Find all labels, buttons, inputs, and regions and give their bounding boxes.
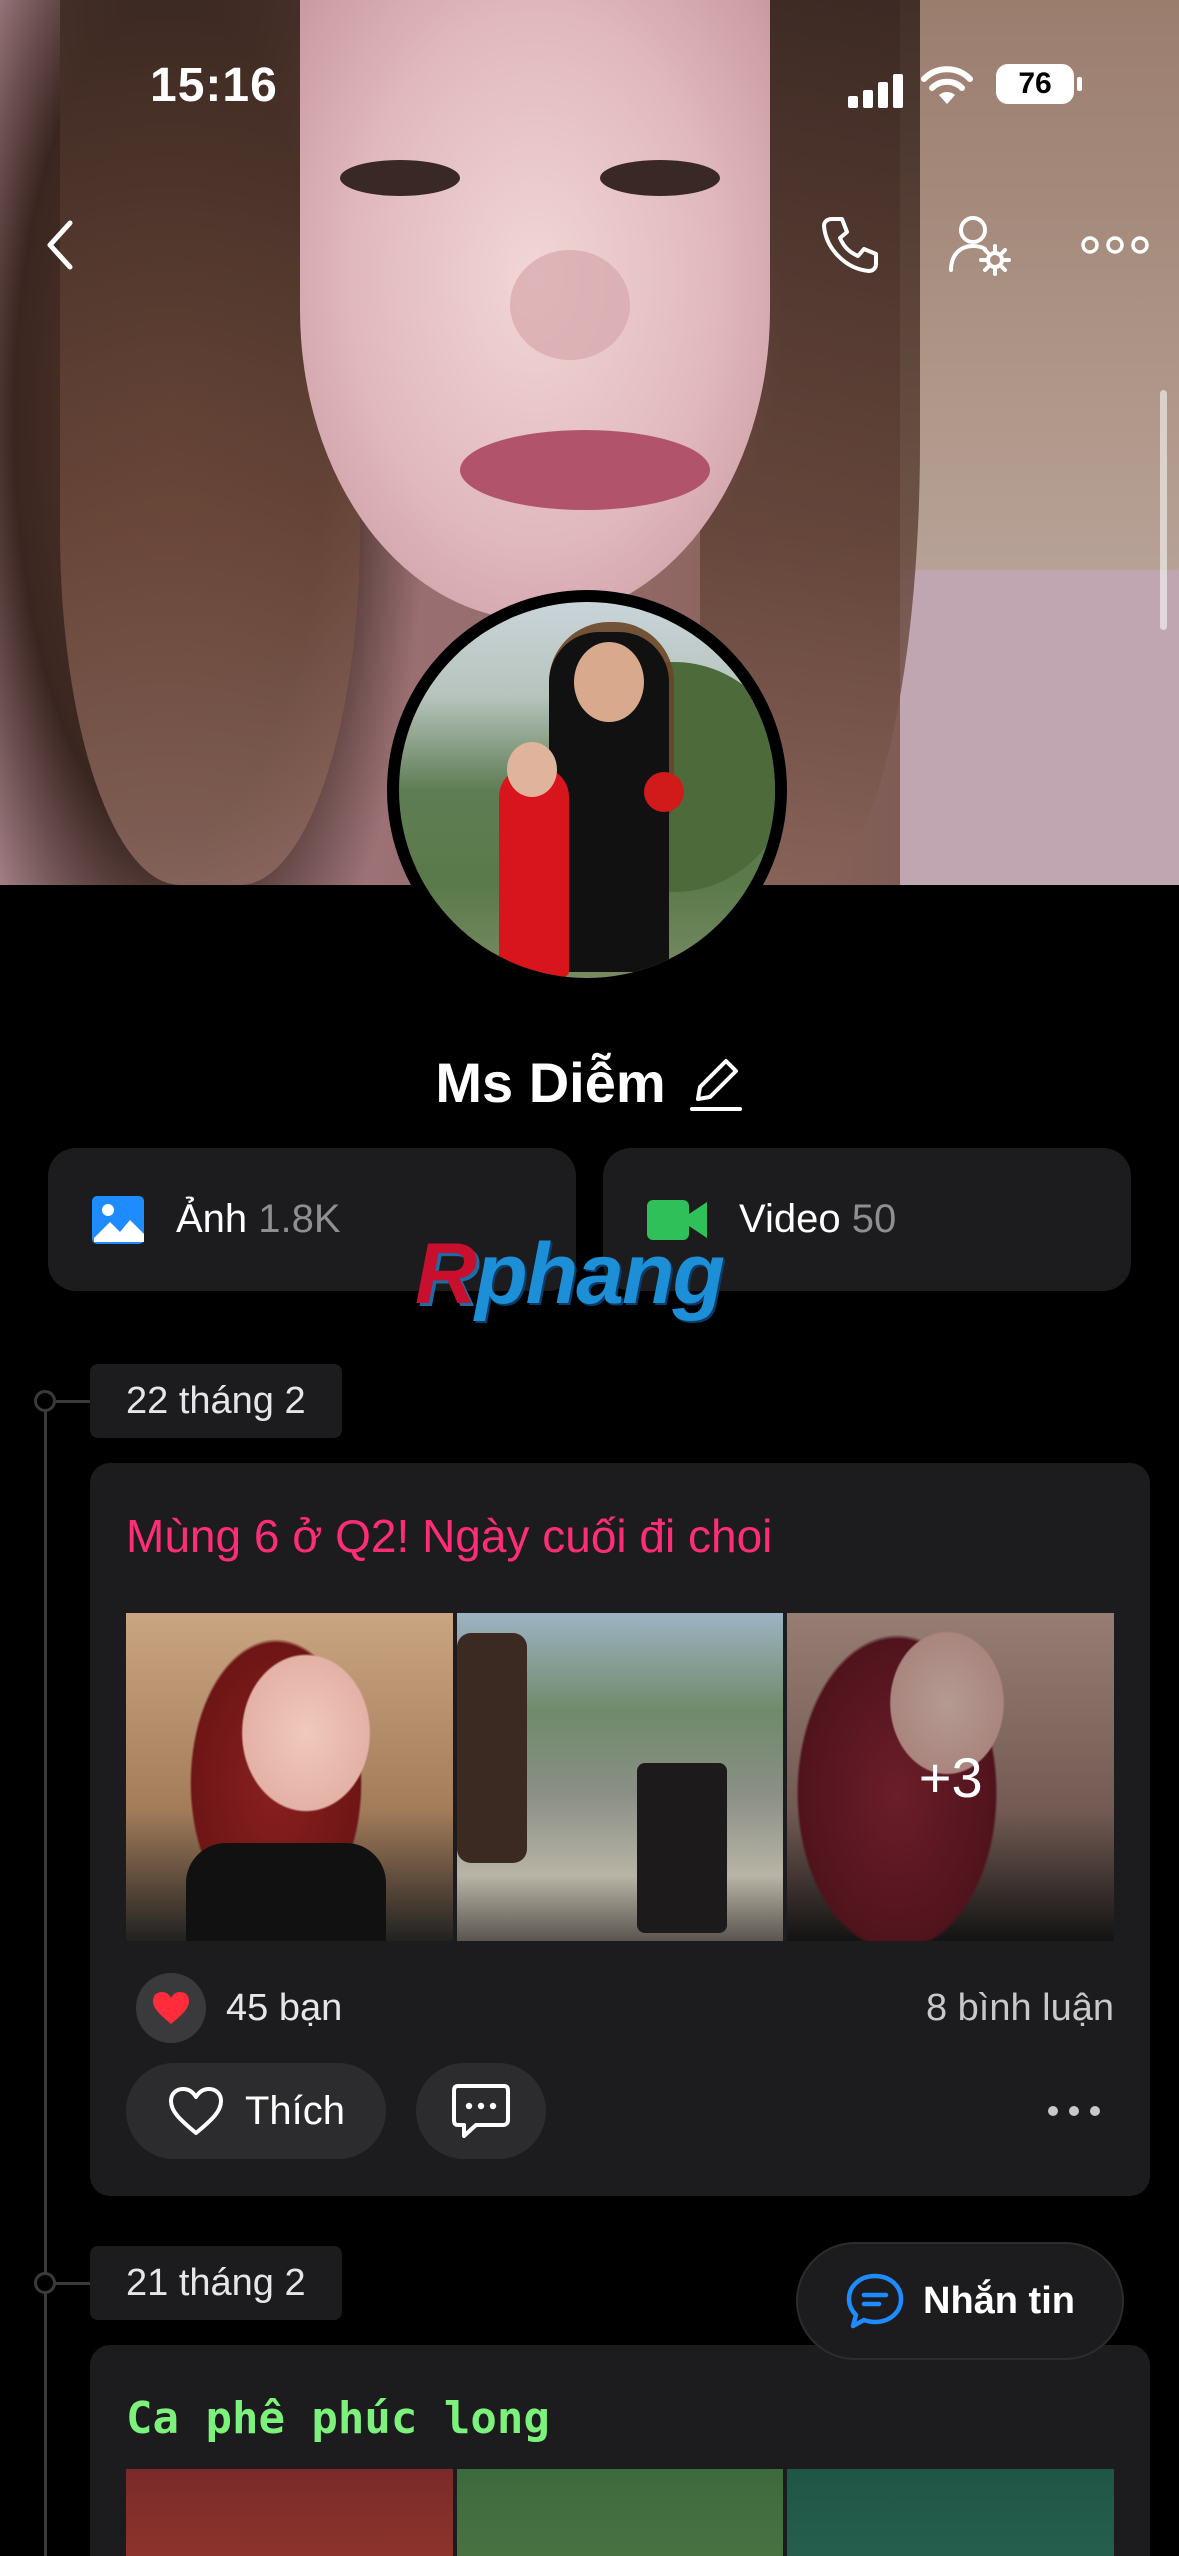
- date-chip: 22 tháng 2: [90, 1364, 342, 1438]
- timeline-dot: [34, 1390, 56, 1412]
- status-time: 15:16: [150, 59, 278, 112]
- cellular-signal-icon: [848, 74, 908, 108]
- wifi-icon: [921, 66, 973, 104]
- like-button[interactable]: Thích: [126, 2063, 386, 2159]
- post-photo-grid: [126, 2469, 1115, 2556]
- profile-name: Ms Diễm: [435, 1051, 666, 1114]
- timeline-tick: [56, 1400, 90, 1403]
- chevron-left-icon: [47, 220, 73, 270]
- reaction-count[interactable]: 45 bạn: [226, 1987, 342, 2030]
- like-label: Thích: [244, 2088, 346, 2133]
- comment-count[interactable]: 8 bình luận: [926, 1987, 1114, 2030]
- post-title: Mùng 6 ở Q2! Ngày cuối đi choi: [126, 1510, 773, 1562]
- user-settings-icon: [949, 216, 1011, 276]
- date-chip: 21 tháng 2: [90, 2246, 342, 2320]
- post-title: Ca phê phúc long: [126, 2393, 550, 2444]
- status-bar: 15:16 76: [0, 58, 1179, 118]
- send-message-button[interactable]: Nhắn tin: [796, 2242, 1124, 2360]
- back-button[interactable]: [20, 205, 100, 285]
- timeline-dot: [34, 2272, 56, 2294]
- scroll-indicator[interactable]: [1160, 390, 1167, 630]
- post-more-button[interactable]: [1044, 2081, 1104, 2141]
- edit-pencil-icon[interactable]: [688, 1053, 744, 1113]
- reactions-row[interactable]: 45 bạn 8 bình luận: [126, 1973, 1114, 2043]
- post-photo[interactable]: [787, 2469, 1115, 2556]
- videos-label: Video: [739, 1197, 841, 1241]
- send-message-label: Nhắn tin: [923, 2279, 1075, 2322]
- phone-icon: [822, 217, 878, 273]
- photo-icon: [92, 1195, 144, 1244]
- cover-nose: [510, 250, 630, 360]
- more-horizontal-icon: [1081, 236, 1149, 254]
- more-dots-icon: [1048, 2106, 1100, 2116]
- profile-name-row: Ms Diễm: [0, 1050, 1179, 1115]
- post-card[interactable]: Mùng 6 ở Q2! Ngày cuối đi choi +3 45 bạn…: [90, 1463, 1150, 2196]
- cover-eye-right: [600, 160, 720, 196]
- cover-lips: [460, 430, 710, 510]
- more-options-button[interactable]: [1075, 205, 1155, 285]
- photos-count: 1.8K: [258, 1197, 341, 1241]
- heart-reaction-icon: [136, 1973, 206, 2043]
- comment-button[interactable]: [416, 2063, 546, 2159]
- cover-background-shelf: [900, 570, 1179, 885]
- battery-indicator: 76: [996, 64, 1082, 104]
- post-photo-grid: +3: [126, 1613, 1115, 1941]
- photos-label: Ảnh: [176, 1197, 248, 1241]
- watermark-logo: Rphang: [415, 1226, 725, 1322]
- chat-bubble-icon: [846, 2273, 904, 2329]
- call-button[interactable]: [810, 205, 890, 285]
- post-actions: Thích: [126, 2063, 1114, 2159]
- post-card[interactable]: Ca phê phúc long: [90, 2345, 1150, 2556]
- videos-count: 50: [851, 1197, 897, 1241]
- profile-avatar[interactable]: [387, 590, 787, 990]
- more-photos-count: +3: [918, 1745, 983, 1809]
- post-photo-more[interactable]: +3: [787, 1613, 1115, 1941]
- avatar-image: [399, 602, 775, 978]
- cover-eye-left: [340, 160, 460, 196]
- profile-settings-button[interactable]: [940, 205, 1020, 285]
- comment-icon: [452, 2084, 510, 2138]
- heart-outline-icon: [168, 2087, 223, 2135]
- post-photo[interactable]: [456, 1613, 784, 1941]
- timeline-line: [44, 1400, 47, 2556]
- timeline-tick: [56, 2282, 90, 2285]
- post-photo[interactable]: [126, 1613, 453, 1941]
- post-photo[interactable]: [126, 2469, 453, 2556]
- post-photo[interactable]: [456, 2469, 784, 2556]
